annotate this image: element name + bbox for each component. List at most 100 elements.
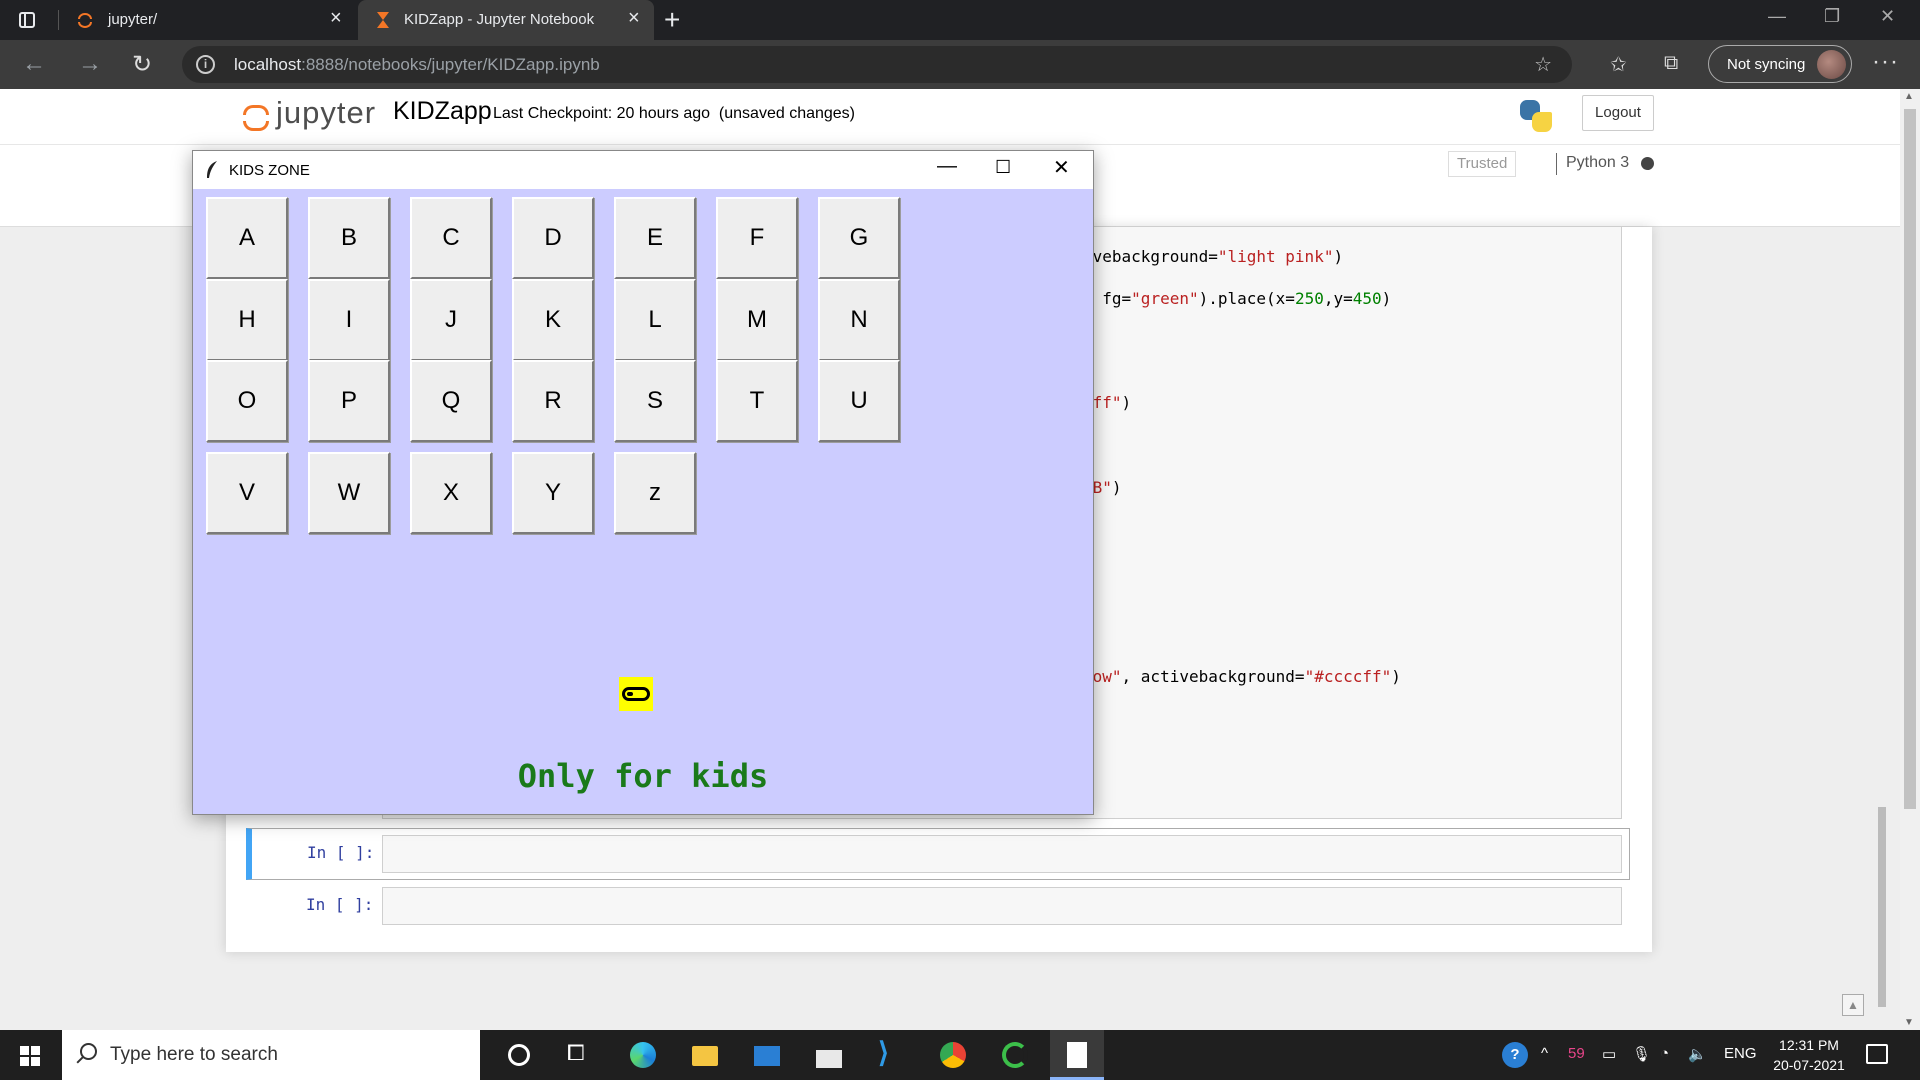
letter-button-k[interactable]: K: [512, 279, 594, 361]
url-bar[interactable]: i localhost:8888/notebooks/jupyter/KIDZa…: [182, 46, 1572, 83]
letter-button-x[interactable]: X: [410, 452, 492, 534]
minimize-icon[interactable]: —: [937, 155, 957, 178]
back-icon[interactable]: ←: [22, 50, 46, 78]
unsaved-indicator: (unsaved changes): [718, 105, 856, 122]
letter-button-n[interactable]: N: [818, 279, 900, 361]
restore-window-icon[interactable]: ❐: [1824, 6, 1840, 27]
tab-actions-icon[interactable]: [16, 9, 38, 31]
kernel-name[interactable]: Python 3: [1566, 154, 1629, 172]
letter-button-j[interactable]: J: [410, 279, 492, 361]
edge-browser-icon[interactable]: [616, 1030, 670, 1080]
letter-button-c[interactable]: C: [410, 197, 492, 279]
spinner-app-icon[interactable]: [988, 1030, 1042, 1080]
letter-button-t[interactable]: T: [716, 360, 798, 442]
favorites-icon[interactable]: ✩: [1610, 52, 1627, 77]
logout-button[interactable]: Logout: [1582, 95, 1654, 131]
tab-separator: [58, 10, 59, 30]
close-tab-icon[interactable]: ×: [628, 7, 640, 30]
tab-kidzapp-notebook[interactable]: KIDZapp - Jupyter Notebook ×: [358, 0, 654, 40]
close-tab-icon[interactable]: ×: [330, 7, 342, 30]
minimize-window-icon[interactable]: —: [1768, 6, 1786, 27]
kids-zone-titlebar[interactable]: KIDS ZONE — ☐ ✕: [193, 151, 1093, 189]
clock-date: 20-07-2021: [1773, 1057, 1845, 1073]
vscode-icon[interactable]: ⟩: [864, 1030, 918, 1080]
forward-icon[interactable]: →: [78, 50, 102, 78]
letter-button-h[interactable]: H: [206, 279, 288, 361]
letter-button-z[interactable]: z: [614, 452, 696, 534]
letter-button-e[interactable]: E: [614, 197, 696, 279]
notebook-name[interactable]: KIDZapp: [393, 97, 492, 126]
close-window-icon[interactable]: ✕: [1880, 6, 1895, 27]
letter-button-v[interactable]: V: [206, 452, 288, 534]
language-indicator[interactable]: ENG: [1724, 1045, 1757, 1062]
tab-jupyter-tree[interactable]: jupyter/ ×: [62, 0, 354, 40]
browser-address-bar: ← → ↻ i localhost:8888/notebooks/jupyter…: [0, 40, 1920, 89]
close-icon[interactable]: ✕: [1053, 155, 1070, 180]
toggle-switch-icon[interactable]: [619, 677, 653, 711]
tab-title: jupyter/: [108, 11, 158, 28]
chrome-icon[interactable]: [926, 1030, 980, 1080]
letter-button-f[interactable]: F: [716, 197, 798, 279]
window-title: KIDS ZONE: [229, 162, 310, 179]
microphone-icon[interactable]: 🎙: [1632, 1045, 1651, 1063]
scroll-down-icon[interactable]: ▼: [1904, 1017, 1914, 1028]
code-cell-selected[interactable]: In [ ]:: [246, 828, 1630, 880]
volume-icon[interactable]: 🔈: [1688, 1045, 1707, 1063]
profile-sync-button[interactable]: Not syncing: [1708, 45, 1852, 83]
notifications-icon[interactable]: [1866, 1044, 1888, 1064]
help-icon[interactable]: ?: [1502, 1042, 1528, 1068]
new-tab-icon[interactable]: +: [664, 4, 680, 36]
letter-button-d[interactable]: D: [512, 197, 594, 279]
letter-button-a[interactable]: A: [206, 197, 288, 279]
letter-button-o[interactable]: O: [206, 360, 288, 442]
cortana-icon[interactable]: [492, 1030, 546, 1080]
letter-button-q[interactable]: Q: [410, 360, 492, 442]
jupyter-brand[interactable]: jupyter: [276, 95, 376, 131]
site-info-icon[interactable]: i: [196, 55, 215, 74]
collections-icon[interactable]: ⧉: [1664, 52, 1678, 75]
letter-button-l[interactable]: L: [614, 279, 696, 361]
letter-button-b[interactable]: B: [308, 197, 390, 279]
tab-title: KIDZapp - Jupyter Notebook: [404, 11, 595, 28]
weather-value[interactable]: 59: [1568, 1045, 1585, 1062]
store-icon[interactable]: [802, 1030, 856, 1080]
letter-button-w[interactable]: W: [308, 452, 390, 534]
jupyter-logo-icon[interactable]: [240, 99, 270, 135]
scrollbar-thumb[interactable]: [1878, 807, 1886, 1007]
scroll-up-icon[interactable]: ▲: [1904, 91, 1914, 102]
letter-button-u[interactable]: U: [818, 360, 900, 442]
windows-taskbar: Type here to search ⧠ ⟩ ? ^ 59 ▭ 🎙 ◔ 🔈 E…: [0, 1030, 1920, 1080]
letter-button-p[interactable]: P: [308, 360, 390, 442]
file-explorer-icon[interactable]: [678, 1030, 732, 1080]
letter-button-g[interactable]: G: [818, 197, 900, 279]
letter-button-s[interactable]: S: [614, 360, 696, 442]
cell-input[interactable]: [382, 835, 1622, 873]
task-view-icon[interactable]: ⧠: [553, 1030, 607, 1080]
letter-button-m[interactable]: M: [716, 279, 798, 361]
trusted-indicator[interactable]: Trusted: [1448, 151, 1517, 177]
cell-input[interactable]: [382, 887, 1622, 925]
letter-button-y[interactable]: Y: [512, 452, 594, 534]
url-path: :8888/notebooks/jupyter/KIDZapp.ipynb: [301, 55, 600, 74]
mail-icon[interactable]: [740, 1030, 794, 1080]
scroll-to-top-icon[interactable]: ▲: [1842, 994, 1864, 1016]
taskbar-search[interactable]: Type here to search: [62, 1030, 480, 1080]
url-text[interactable]: localhost:8888/notebooks/jupyter/KIDZapp…: [234, 55, 600, 75]
notepad-icon[interactable]: [1050, 1030, 1104, 1080]
scrollbar-thumb[interactable]: [1904, 109, 1916, 809]
jupyter-favicon-icon: [78, 13, 92, 28]
notebook-scrollbar[interactable]: [1876, 232, 1888, 1022]
battery-icon[interactable]: ▭: [1602, 1045, 1616, 1063]
system-clock[interactable]: 12:31 PM 20-07-2021: [1764, 1035, 1854, 1075]
windows-start-icon[interactable]: [20, 1046, 40, 1066]
maximize-icon[interactable]: ☐: [995, 157, 1011, 178]
letter-button-i[interactable]: I: [308, 279, 390, 361]
wifi-icon[interactable]: ◔: [1660, 1045, 1669, 1062]
add-favorite-icon[interactable]: ☆: [1534, 52, 1552, 77]
letter-button-r[interactable]: R: [512, 360, 594, 442]
code-cell[interactable]: In [ ]:: [246, 881, 1630, 933]
more-options-icon[interactable]: ···: [1872, 48, 1899, 76]
reload-icon[interactable]: ↻: [132, 50, 152, 79]
show-hidden-icons[interactable]: ^: [1541, 1045, 1548, 1062]
page-scrollbar[interactable]: ▲ ▼: [1900, 89, 1920, 1030]
